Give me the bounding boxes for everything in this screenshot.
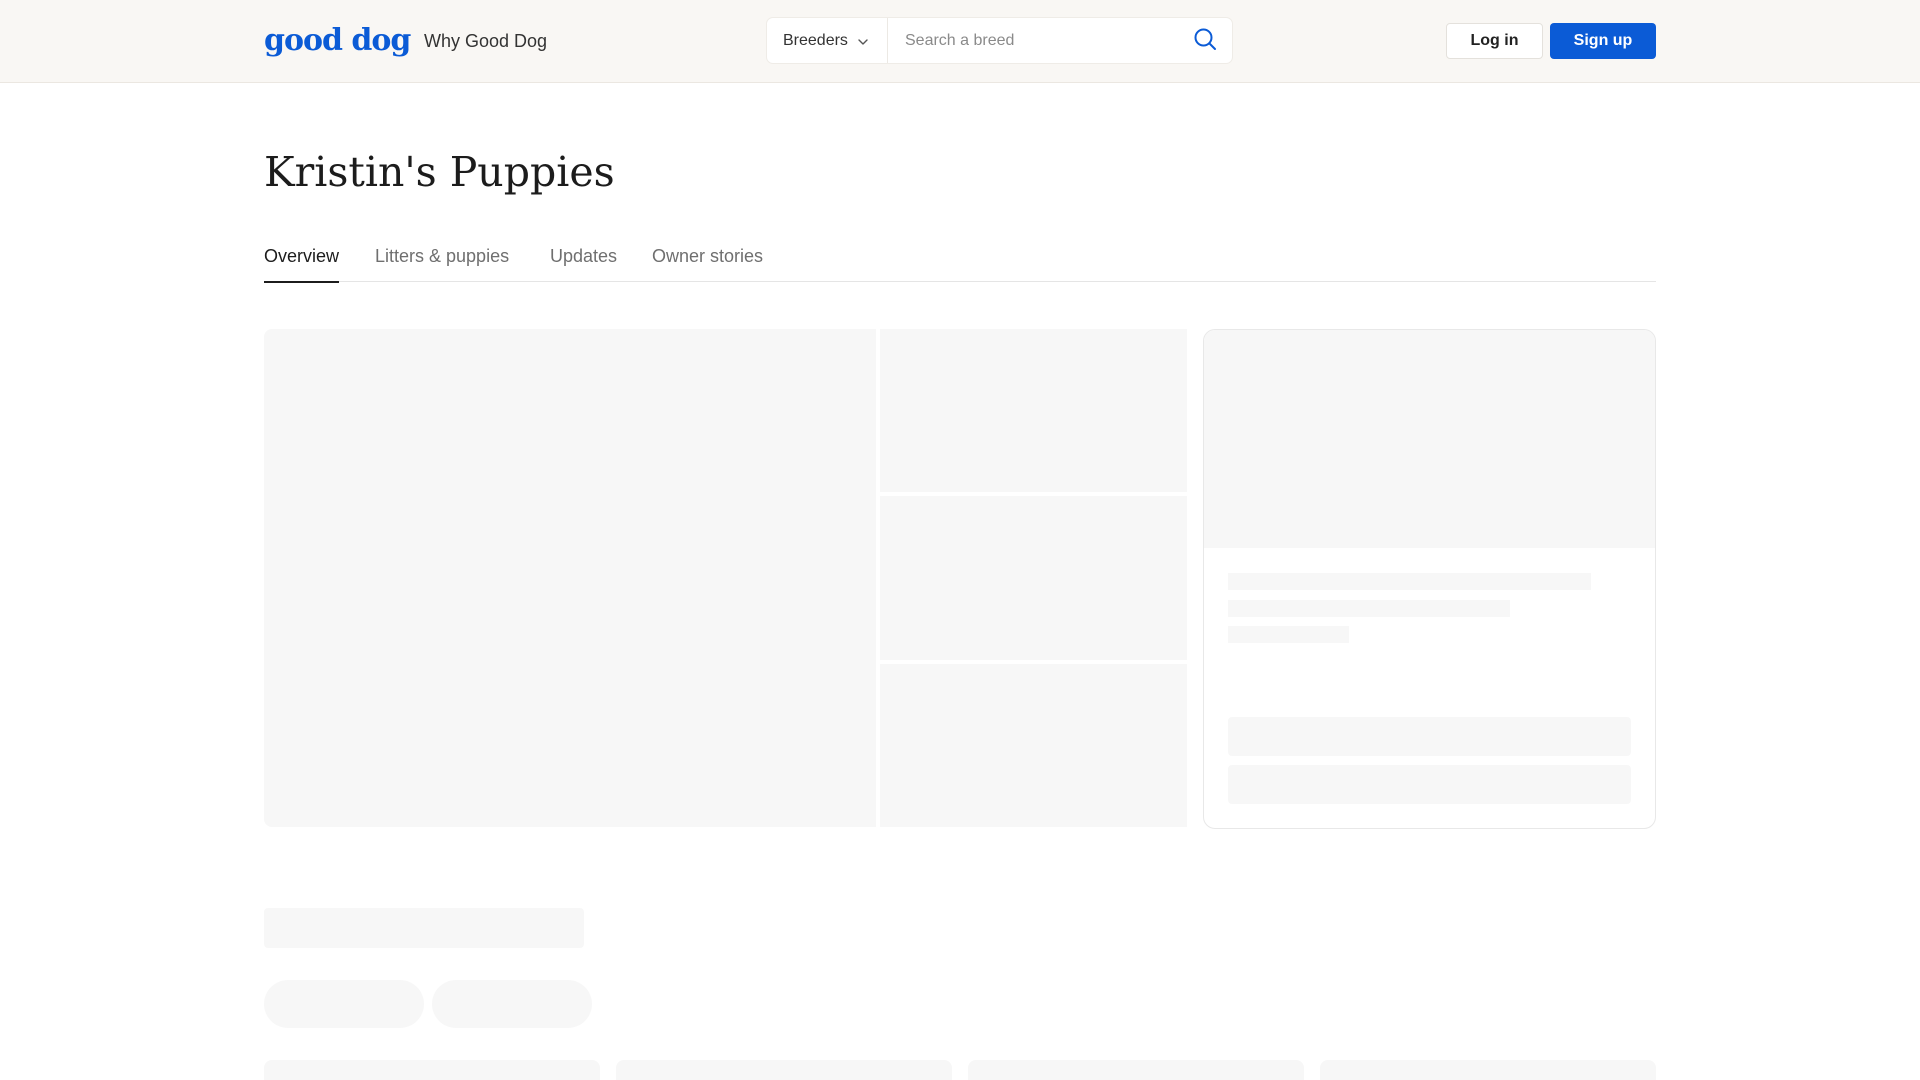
search-category-select[interactable]: Breeders [767,18,888,63]
good-dog-logo[interactable]: good dog [264,22,411,60]
tab-litters-puppies[interactable]: Litters & puppies [375,244,509,281]
text-line-placeholder [1228,573,1591,590]
pill-placeholder [432,980,592,1028]
text-line-placeholder [1228,600,1510,617]
gallery-thumb-placeholder [880,496,1187,660]
pill-placeholder [264,980,424,1028]
site-header: good dog Why Good Dog Breeders Log in Si… [0,0,1920,83]
button-placeholder [1228,765,1631,804]
tab-overview[interactable]: Overview [264,244,340,283]
search-icon [1193,27,1217,56]
card-placeholder [616,1060,952,1080]
gallery-main-image-placeholder [264,329,876,827]
breeder-summary-card-placeholder [1203,329,1656,829]
tab-bar: Overview Litters & puppies Updates Owner… [264,240,1656,283]
search-bar: Breeders [766,17,1233,64]
card-placeholder [264,1060,600,1080]
gallery-thumb-placeholder [880,329,1187,492]
card-placeholder [1320,1060,1656,1080]
nav-link-why-good-dog[interactable]: Why Good Dog [424,29,547,53]
section-heading-placeholder [264,908,584,948]
card-placeholder [968,1060,1304,1080]
search-category-label: Breeders [783,31,848,49]
gallery-thumb-placeholder [880,664,1187,827]
button-placeholder [1228,717,1631,756]
login-button[interactable]: Log in [1446,23,1543,59]
signup-button[interactable]: Sign up [1550,23,1656,59]
page-title: Kristin's Puppies [264,148,615,196]
tab-updates[interactable]: Updates [550,244,617,281]
chevron-down-icon [857,35,869,47]
card-header-placeholder [1204,330,1655,548]
search-input[interactable] [889,18,1189,63]
tab-owner-stories[interactable]: Owner stories [652,244,763,281]
text-line-placeholder [1228,626,1349,643]
search-button[interactable] [1191,27,1219,55]
